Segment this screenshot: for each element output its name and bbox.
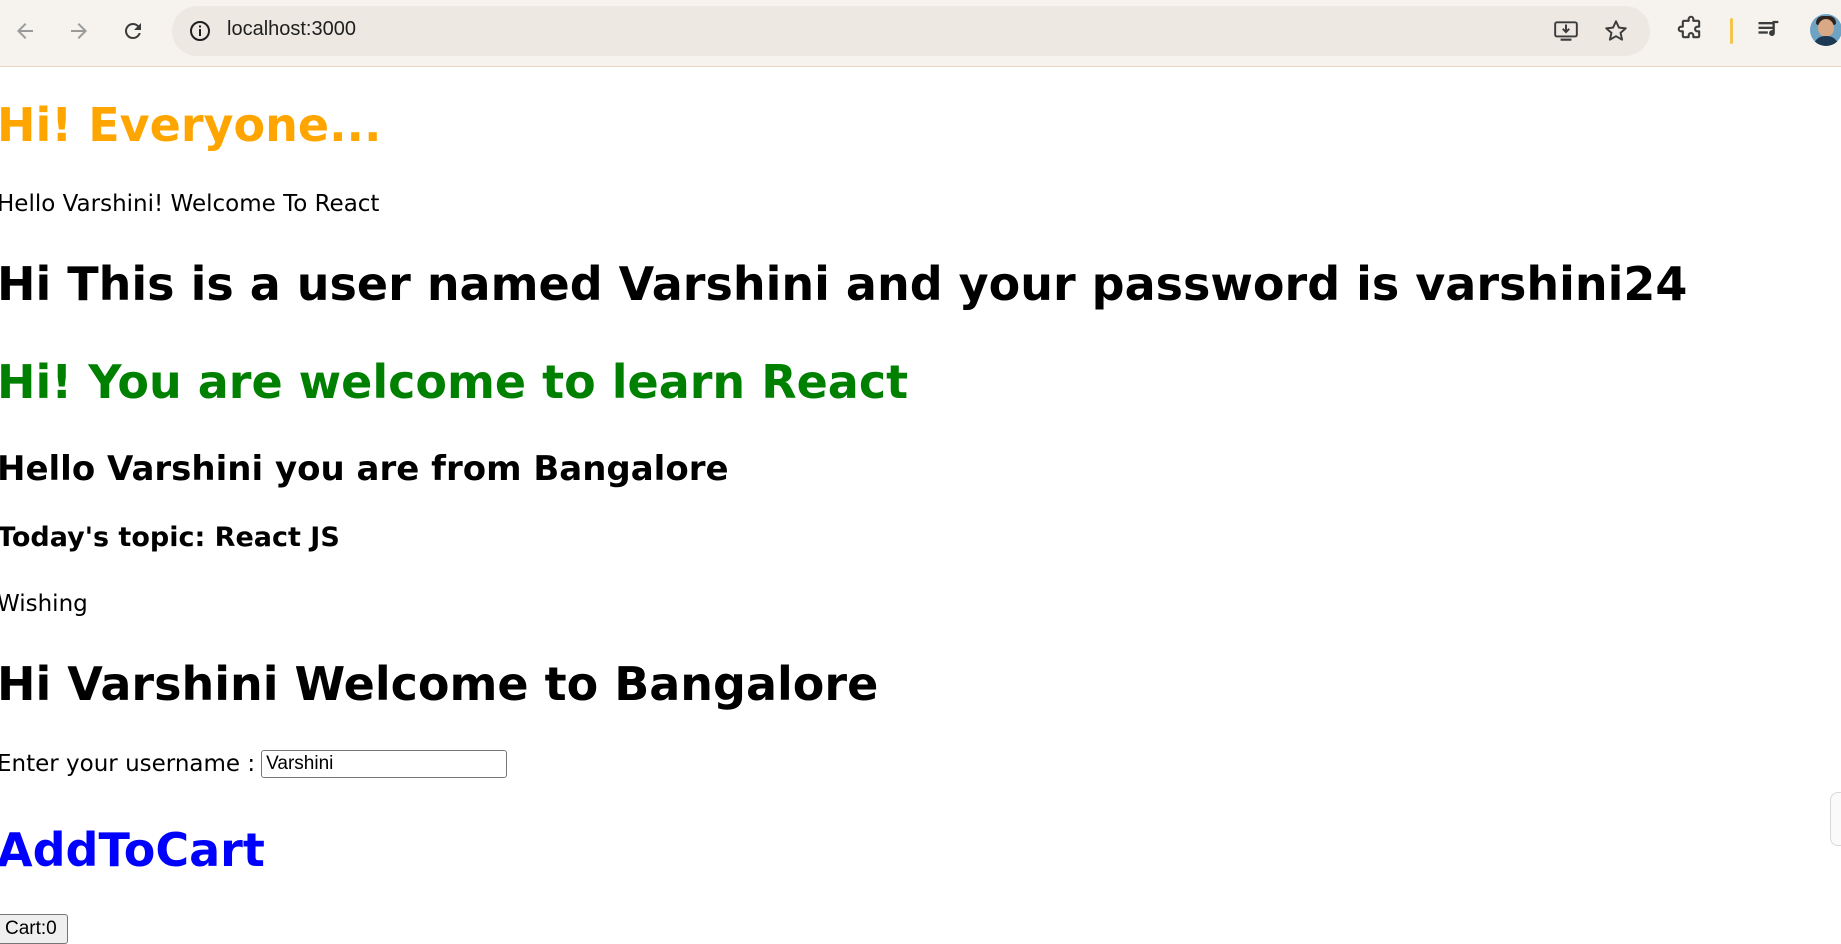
address-bar[interactable]: localhost:3000 [172,6,1650,56]
add-to-cart-heading: AddToCart [0,823,265,877]
side-panel-handle[interactable] [1830,792,1841,846]
reload-icon [124,22,141,39]
site-info-icon[interactable] [188,19,212,43]
reload-button[interactable] [116,14,150,48]
cart-button[interactable]: Cart:0 [0,914,68,944]
forward-button[interactable] [62,14,96,48]
user-info-heading: Hi This is a user named Varshini and you… [0,257,1688,311]
greeting-heading: Hi! Everyone... [0,98,382,152]
back-button[interactable] [8,14,42,48]
topic-heading: Today's topic: React JS [0,522,340,553]
username-label: Enter your username : [0,751,256,777]
url-text[interactable]: localhost:3000 [227,18,356,41]
wishing-text: Wishing [0,591,88,617]
welcome-heading: Hi Varshini Welcome to Bangalore [0,657,879,711]
forward-arrow-icon [71,23,87,39]
location-heading: Hello Varshini you are from Bangalore [0,449,729,489]
username-row: Enter your username : [0,750,508,778]
back-arrow-icon [17,23,33,39]
profile-avatar[interactable] [1810,14,1841,46]
avatar-body [1813,36,1839,46]
media-queue-icon[interactable] [1755,15,1783,43]
welcome-text: Hello Varshini! Welcome To React [0,191,380,217]
toolbar-separator [1730,18,1733,44]
learn-react-heading: Hi! You are welcome to learn React [0,355,909,409]
bookmark-star-icon[interactable] [1603,18,1629,44]
avatar-face [1818,19,1834,37]
extensions-icon[interactable] [1677,15,1705,43]
username-input[interactable] [261,750,508,778]
browser-toolbar: localhost:3000 [0,0,1841,67]
install-app-icon[interactable] [1553,18,1579,44]
